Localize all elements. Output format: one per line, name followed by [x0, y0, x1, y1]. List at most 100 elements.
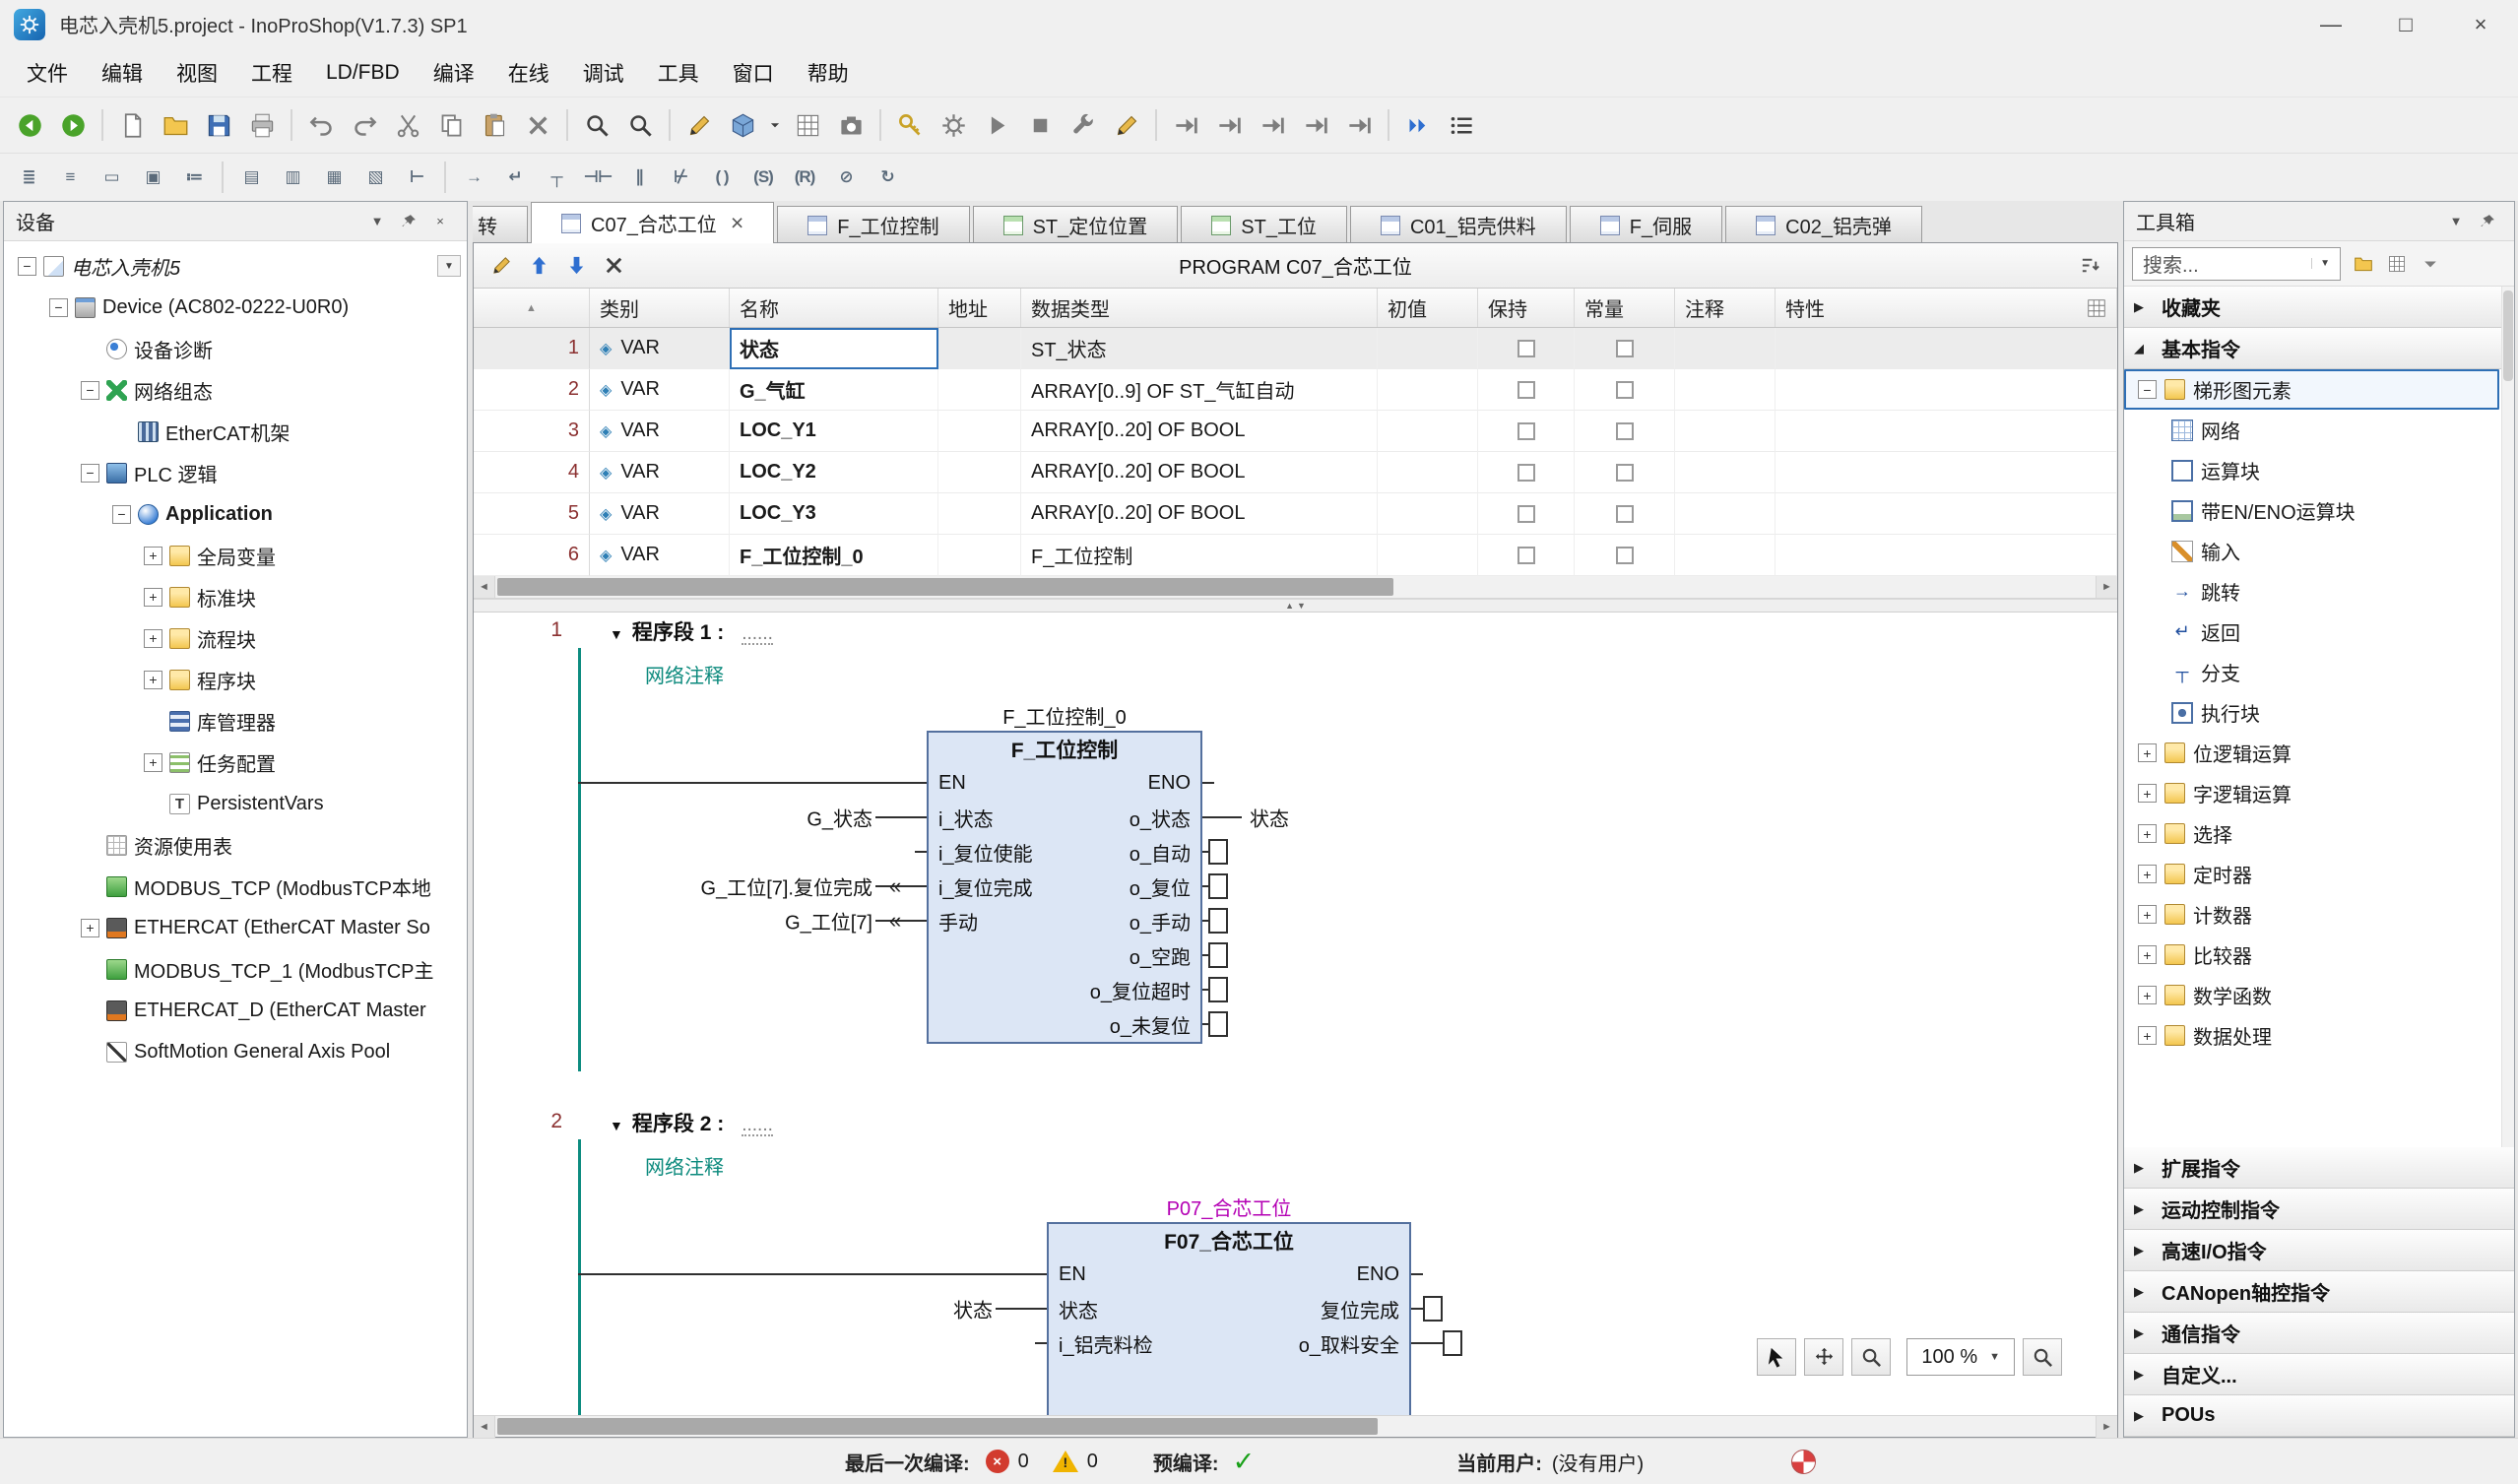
- output-pin-label[interactable]: o_复位超时: [1090, 976, 1191, 1004]
- variable-name[interactable]: LOC_Y1: [730, 411, 938, 452]
- tree-expander[interactable]: +: [2138, 905, 2157, 924]
- device-tree-item[interactable]: SoftMotion General Axis Pool: [4, 1031, 467, 1072]
- align-right-button[interactable]: ▦: [313, 159, 355, 196]
- input-pin-label[interactable]: i_铝壳料检: [1059, 1329, 1153, 1358]
- scrollbar-track[interactable]: [495, 576, 2096, 598]
- login-button[interactable]: [888, 104, 932, 146]
- input-variable[interactable]: G_状态: [577, 804, 872, 832]
- insert-set-coil-button[interactable]: (S): [742, 159, 784, 196]
- step-into-button[interactable]: [1207, 104, 1251, 146]
- input-variable[interactable]: G_工位[7].复位完成: [577, 872, 872, 901]
- variable-name[interactable]: LOC_Y3: [730, 493, 938, 535]
- collapse-triangle-icon[interactable]: ▼: [610, 626, 623, 642]
- variable-constant-checkbox[interactable]: [1616, 381, 1634, 399]
- variable-constant-checkbox[interactable]: [1616, 422, 1634, 440]
- output-pin-label[interactable]: ENO: [1148, 772, 1191, 795]
- toolbox-item[interactable]: −梯形图元素: [2124, 369, 2499, 410]
- input-pin-label[interactable]: 状态: [1059, 1295, 1098, 1323]
- copy-button[interactable]: [429, 104, 473, 146]
- tree-expander[interactable]: +: [144, 588, 162, 607]
- toolbox-item[interactable]: +数据处理: [2124, 1015, 2499, 1056]
- zoom-level-select[interactable]: 100 % ▼: [1906, 1338, 2015, 1376]
- insert-reset-coil-button[interactable]: (R): [784, 159, 825, 196]
- insert-branch-button[interactable]: ┬: [536, 159, 577, 196]
- move-down-button[interactable]: [558, 248, 594, 284]
- toolbox-view-button[interactable]: [2380, 248, 2414, 280]
- edit-declaration-button[interactable]: [484, 248, 519, 284]
- device-tree-item[interactable]: EtherCAT机架: [4, 411, 467, 452]
- input-pin-label[interactable]: i_复位完成: [938, 872, 1033, 901]
- insert-contact-button[interactable]: ⊣⊢: [577, 159, 618, 196]
- menu-item[interactable]: 视图: [160, 48, 234, 97]
- variable-name[interactable]: 状态: [730, 328, 938, 369]
- menu-item[interactable]: LD/FBD: [309, 48, 417, 97]
- menu-item[interactable]: 在线: [491, 48, 566, 97]
- tree-expander[interactable]: −: [49, 298, 68, 317]
- paste-button[interactable]: [473, 104, 516, 146]
- scroll-right-icon[interactable]: ►: [2096, 1416, 2117, 1438]
- pin-icon[interactable]: [2473, 208, 2502, 235]
- output-pin-label[interactable]: o_手动: [1130, 907, 1191, 936]
- tree-expander[interactable]: −: [2138, 380, 2157, 399]
- start-button[interactable]: [975, 104, 1018, 146]
- menu-item[interactable]: 编辑: [85, 48, 160, 97]
- variable-constant-checkbox[interactable]: [1616, 464, 1634, 482]
- editor-tab[interactable]: 转: [473, 206, 528, 243]
- input-variable[interactable]: 状态: [697, 1295, 993, 1323]
- toolbox-section-header[interactable]: ▶运动控制指令: [2124, 1189, 2514, 1230]
- tree-expander[interactable]: −: [18, 257, 36, 276]
- step-out-button[interactable]: [1251, 104, 1294, 146]
- stop-button[interactable]: [1018, 104, 1062, 146]
- device-tree-item[interactable]: 资源使用表: [4, 824, 467, 866]
- variable-constant-checkbox[interactable]: [1616, 505, 1634, 523]
- device-tree-item[interactable]: +流程块: [4, 617, 467, 659]
- insert-jump-button[interactable]: →: [453, 159, 494, 196]
- variable-row[interactable]: 4◈VARLOC_Y2ARRAY[0..20] OF BOOL: [474, 452, 2117, 493]
- panel-close-icon[interactable]: ×: [425, 208, 455, 235]
- run-to-cursor-button[interactable]: [1294, 104, 1337, 146]
- device-tree-item[interactable]: −Application: [4, 493, 467, 535]
- panel-dropdown-icon[interactable]: ▼: [362, 208, 392, 235]
- output-pin-label[interactable]: o_状态: [1130, 804, 1191, 832]
- insert-box-button[interactable]: ▣: [132, 159, 173, 196]
- menu-item[interactable]: 工具: [641, 48, 716, 97]
- delete-button[interactable]: [516, 104, 559, 146]
- editor-tab[interactable]: F_工位控制: [777, 206, 969, 243]
- input-variable[interactable]: G_工位[7]: [577, 907, 872, 936]
- output-assignment-slot[interactable]: [1208, 873, 1228, 899]
- align-left-button[interactable]: ▤: [230, 159, 272, 196]
- variable-row[interactable]: 2◈VARG_气缸ARRAY[0..9] OF ST_气缸自动: [474, 369, 2117, 411]
- input-pin-label[interactable]: EN: [938, 772, 966, 795]
- toolbox-section-header[interactable]: ▶扩展指令: [2124, 1147, 2514, 1189]
- column-header-1[interactable]: 名称: [730, 289, 938, 327]
- insert-parallel-contact-button[interactable]: ∥: [618, 159, 660, 196]
- select-tool-button[interactable]: [1757, 1338, 1796, 1376]
- sort-declaration-button[interactable]: [2072, 248, 2107, 284]
- toolbox-section-header[interactable]: ◢基本指令: [2124, 328, 2514, 369]
- output-pin-label[interactable]: o_复位: [1130, 872, 1191, 901]
- scroll-right-icon[interactable]: ►: [2096, 576, 2117, 598]
- tab-close-icon[interactable]: ×: [731, 212, 743, 234]
- insert-label-button[interactable]: ▭: [91, 159, 132, 196]
- block-instance-label[interactable]: P07_合芯工位: [1047, 1193, 1411, 1221]
- output-assignment-slot[interactable]: [1208, 839, 1228, 865]
- device-tree-item[interactable]: PersistentVars: [4, 783, 467, 824]
- variable-persist-checkbox[interactable]: [1517, 422, 1535, 440]
- tree-expander[interactable]: −: [112, 505, 131, 524]
- tree-expander[interactable]: +: [2138, 743, 2157, 762]
- variable-row[interactable]: 6◈VARF_工位控制_0F_工位控制: [474, 535, 2117, 576]
- show-next-statement-button[interactable]: [1396, 104, 1440, 146]
- tree-expander[interactable]: +: [144, 629, 162, 648]
- toolbox-item[interactable]: ┬分支: [2124, 652, 2499, 692]
- editor-tab[interactable]: ST_定位位置: [973, 206, 1179, 243]
- find-button[interactable]: [575, 104, 618, 146]
- toolbox-item[interactable]: 带EN/ENO运算块: [2124, 490, 2499, 531]
- device-tree-item[interactable]: MODBUS_TCP (ModbusTCP本地: [4, 866, 467, 907]
- ladder-canvas[interactable]: 100 % ▼ 1▼程序段 1 :......网络注释F_工位控制_0F_工位控…: [474, 613, 2117, 1415]
- toolbox-item[interactable]: 网络: [2124, 410, 2499, 450]
- device-tree-item[interactable]: ETHERCAT_D (EtherCAT Master: [4, 990, 467, 1031]
- column-chooser-button[interactable]: [2081, 292, 2112, 324]
- variable-name[interactable]: G_气缸: [730, 369, 938, 411]
- block-instance-label[interactable]: F_工位控制_0: [927, 701, 1202, 730]
- scrollbar-thumb[interactable]: [497, 1418, 1378, 1435]
